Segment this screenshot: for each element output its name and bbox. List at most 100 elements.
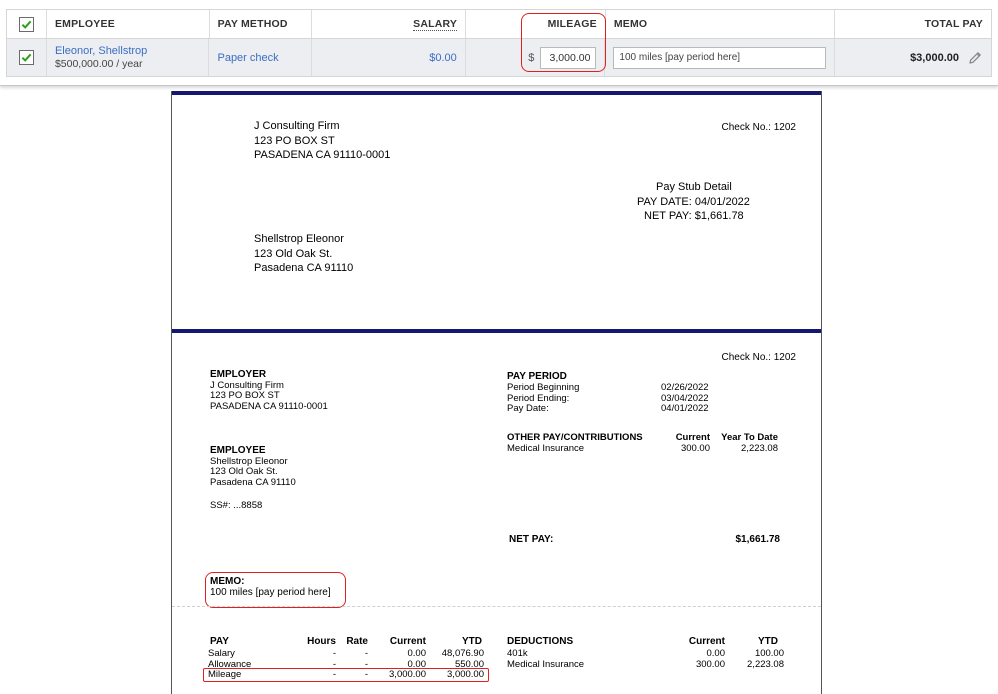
memo-heading: MEMO: (210, 576, 245, 587)
other-pay-heading: OTHER PAY/CONTRIBUTIONS (507, 432, 643, 443)
payroll-table: EMPLOYEE PAY METHOD SALARY MILEAGE MEMO … (0, 0, 998, 86)
employer-street: 123 PO BOX ST (210, 390, 280, 401)
deduction-row-ytd: 2,223.08 (747, 658, 784, 670)
company-name: J Consulting Firm (254, 120, 340, 132)
pay-row-rate: - (364, 648, 368, 659)
checkbox-checked-icon (21, 53, 32, 62)
period-pay-date-label: Pay Date: (507, 403, 549, 414)
header-total-pay: TOTAL PAY (924, 18, 983, 30)
employee-street: 123 Old Oak St. (210, 466, 278, 477)
pay-row-current: 0.00 (407, 648, 427, 659)
other-pay-row-ytd: 2,223.08 (741, 443, 778, 454)
pay-row-ytd: 3,000.00 (447, 669, 484, 680)
deduction-row-current: 0.00 (706, 648, 726, 659)
employee-salary-rate: $500,000.00 / year (54, 57, 143, 70)
stub-top-rule (172, 91, 821, 95)
deductions-labels: 401k Medical Insurance (507, 648, 585, 670)
period-beginning-value: 02/26/2022 (661, 382, 709, 393)
pay-table-hours: - - - (302, 648, 336, 681)
stub-detail-title: Pay Stub Detail (656, 181, 732, 193)
employee-cell: Eleonor, Shellstrop $500,000.00 / year (47, 39, 210, 76)
total-pay-cell: $3,000.00 (835, 39, 991, 76)
memo-cell (605, 39, 836, 76)
header-salary-cell: SALARY (312, 10, 467, 38)
pay-row-label: Salary (208, 648, 235, 659)
pay-method-link[interactable]: Paper check (217, 52, 278, 64)
deductions-ytds: 100.00 2,223.08 (732, 648, 784, 670)
memo-text: 100 miles [pay period here] (210, 587, 331, 598)
deduction-row-current: 300.00 (695, 658, 725, 670)
pay-table-heading: PAY (210, 636, 229, 647)
period-pay-date-value: 04/01/2022 (661, 403, 709, 414)
period-beginning-label: Period Beginning (507, 382, 580, 393)
deductions-current-heading: Current (688, 636, 725, 647)
checkbox-checked-icon (21, 20, 32, 29)
stub-divider (172, 606, 821, 607)
header-salary[interactable]: SALARY (413, 18, 458, 31)
salary-cell: $0.00 (312, 39, 466, 76)
employee-heading: EMPLOYEE (210, 445, 266, 456)
stub-net-pay: NET PAY: $1,661.78 (644, 210, 744, 222)
pay-row-hours: - (332, 648, 336, 659)
recipient-name: Shellstrop Eleonor (254, 233, 344, 245)
company-city: PASADENA CA 91110-0001 (254, 149, 391, 161)
deduction-row-label: Medical Insurance (507, 658, 585, 670)
net-pay-label: NET PAY: (509, 534, 554, 545)
pencil-icon[interactable] (967, 50, 983, 66)
company-street: 123 PO BOX ST (254, 134, 335, 147)
pay-row-hours: - (332, 658, 336, 670)
memo-block: MEMO: 100 miles [pay period here] (210, 576, 331, 598)
mileage-input[interactable] (540, 46, 597, 69)
mileage-cell: $ (466, 39, 606, 76)
select-all-checkbox[interactable] (18, 16, 34, 32)
header-pay-method[interactable]: PAY METHOD (210, 10, 313, 38)
pay-table-currents: 0.00 0.00 3,000.00 (378, 648, 427, 681)
payroll-employee-row: Eleonor, Shellstrop $500,000.00 / year P… (6, 39, 992, 77)
other-pay-row-label: Medical Insurance (507, 443, 585, 454)
mileage-currency: $ (528, 51, 535, 64)
deductions-heading: DEDUCTIONS (507, 636, 574, 647)
other-pay-ytd-heading: Year To Date (721, 432, 778, 443)
pay-stub-document: J Consulting Firm 123 PO BOX ST PASADENA… (171, 91, 822, 694)
row-checkbox-cell (7, 39, 47, 76)
pay-table-ytds: 48,076.90 550.00 3,000.00 (432, 648, 484, 681)
check-number-detail: Check No.: 1202 (721, 352, 797, 363)
pay-row-rate: - (364, 669, 368, 680)
pay-table-ytd-heading: YTD (462, 636, 482, 647)
pay-row-hours: - (332, 669, 336, 680)
header-mileage[interactable]: MILEAGE (466, 10, 606, 38)
pay-row-label: Mileage (208, 669, 242, 680)
header-checkbox-cell (7, 10, 47, 38)
employer-block: EMPLOYER J Consulting Firm 123 PO BOX ST… (210, 369, 328, 412)
ss-number: SS#: ...8858 (210, 500, 263, 511)
pay-period-heading: PAY PERIOD (507, 371, 567, 382)
pay-method-cell: Paper check (209, 39, 313, 76)
other-pay-row-current: 300.00 (680, 443, 710, 454)
pay-table-hours-heading: Hours (307, 636, 336, 647)
pay-table-current-heading: Current (389, 636, 426, 647)
employer-heading: EMPLOYER (210, 369, 267, 380)
deductions-ytd-heading: YTD (758, 636, 778, 647)
stub-middle-rule (172, 329, 821, 333)
memo-input[interactable] (613, 46, 827, 69)
pay-row-rate: - (364, 658, 368, 670)
recipient-street: 123 Old Oak St. (254, 247, 333, 260)
total-pay-value: $3,000.00 (910, 51, 959, 64)
employer-city: PASADENA CA 91110-0001 (210, 400, 328, 412)
net-pay-value: $1,661.78 (735, 534, 781, 545)
employee-name-link[interactable]: Eleonor, Shellstrop (55, 45, 147, 58)
company-address: J Consulting Firm 123 PO BOX ST PASADENA… (254, 119, 390, 163)
salary-value[interactable]: $0.00 (429, 52, 457, 64)
recipient-city: Pasadena CA 91110 (254, 262, 354, 274)
payroll-header-row: EMPLOYEE PAY METHOD SALARY MILEAGE MEMO … (6, 9, 992, 39)
deduction-row-label: 401k (507, 648, 528, 659)
pay-row-ytd: 48,076.90 (441, 648, 484, 659)
deduction-row-ytd: 100.00 (754, 648, 784, 659)
row-select-checkbox[interactable] (18, 50, 34, 65)
header-employee[interactable]: EMPLOYEE (47, 10, 210, 38)
pay-table-labels: Salary Allowance Mileage (208, 648, 251, 681)
other-pay-current-heading: Current (675, 432, 710, 443)
check-number-top: Check No.: 1202 (721, 122, 797, 133)
pay-period-labels: Period Beginning Period Ending: Pay Date… (507, 382, 580, 415)
pay-period-values: 02/26/2022 03/04/2022 04/01/2022 (661, 382, 709, 415)
